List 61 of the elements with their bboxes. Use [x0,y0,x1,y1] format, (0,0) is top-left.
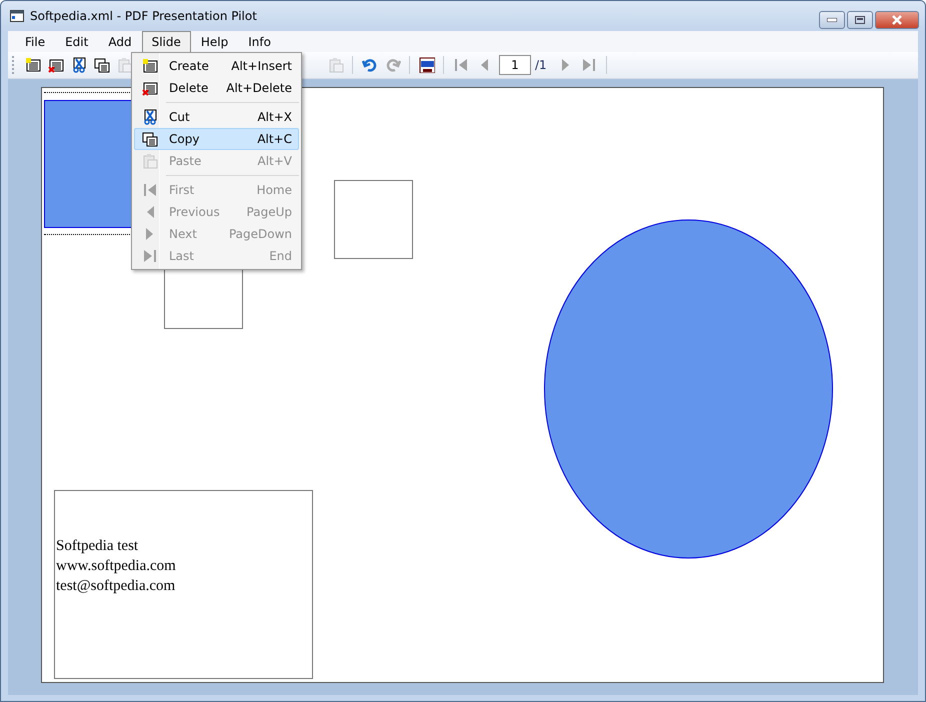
menu-item[interactable]: Help [190,31,238,52]
window-icon [10,10,24,22]
option-label: Previous [168,205,221,219]
undo-icon [362,57,378,73]
close-icon [891,15,903,25]
option-label: Create [168,59,210,73]
minimize-button[interactable] [819,11,845,29]
shortcut-label: Home [256,183,292,197]
shortcut-label: Alt+Insert [231,59,292,73]
shortcut-label: PageDown [228,227,292,241]
menu-item[interactable]: Slide [142,31,191,52]
menu-item[interactable]: Add [98,31,142,52]
option-label: Cut [168,110,191,124]
delete-page-icon [48,57,64,73]
shortcut-label: Alt+C [257,132,292,146]
copy-icon [142,131,158,147]
new-page-icon [24,57,40,73]
text-box[interactable]: Softpedia test www.softpedia.com test@softpedia.com [54,490,313,679]
minimize-icon [827,18,837,22]
maximize-icon [855,16,865,24]
option-label: Copy [168,132,200,146]
option-label: Delete [168,81,210,95]
last-icon [142,248,158,264]
shortcut-label: End [269,249,292,263]
close-button[interactable] [875,11,919,29]
first-icon [452,57,468,73]
scissors-icon [142,109,158,125]
pdf-icon [418,57,434,73]
ellipse-shape[interactable] [544,220,833,558]
menu-option[interactable]: Create Alt+Insert [134,55,299,77]
scissors-icon [70,57,86,73]
text-line: Softpedia test [56,537,140,556]
menu-option[interactable]: Copy Alt+C [134,128,299,150]
option-label: Paste [168,154,202,168]
new-page-icon [142,58,158,74]
copy-icon [94,57,110,73]
page-total: /1 [535,58,547,72]
last-icon [581,57,598,73]
clipboard-icon [142,153,158,169]
redo-icon [384,57,400,73]
menu-option[interactable]: Delete Alt+Delete [134,77,299,99]
menu-item[interactable]: Edit [55,31,98,52]
first-icon [142,182,158,198]
option-label: Next [168,227,198,241]
maximize-button[interactable] [847,11,873,29]
shortcut-label: Alt+Delete [226,81,292,95]
option-label: First [168,183,196,197]
menu-option[interactable]: Cut Alt+X [134,106,299,128]
shortcut-label: PageUp [246,205,292,219]
shortcut-label: Alt+V [257,154,292,168]
menu-item[interactable]: Info [238,31,281,52]
shortcut-label: Alt+X [257,110,292,124]
window-title: Softpedia.xml - PDF Presentation Pilot [30,9,258,23]
delete-page-icon [142,80,158,96]
text-line: www.softpedia.com [56,557,177,576]
page-number-field[interactable]: 1 [499,55,531,75]
option-label: Last [168,249,195,263]
rectangle-shape[interactable] [334,180,413,259]
menu-item[interactable]: File [15,31,56,52]
clipboard-icon [328,57,344,73]
text-line: test@softpedia.com [56,577,176,596]
